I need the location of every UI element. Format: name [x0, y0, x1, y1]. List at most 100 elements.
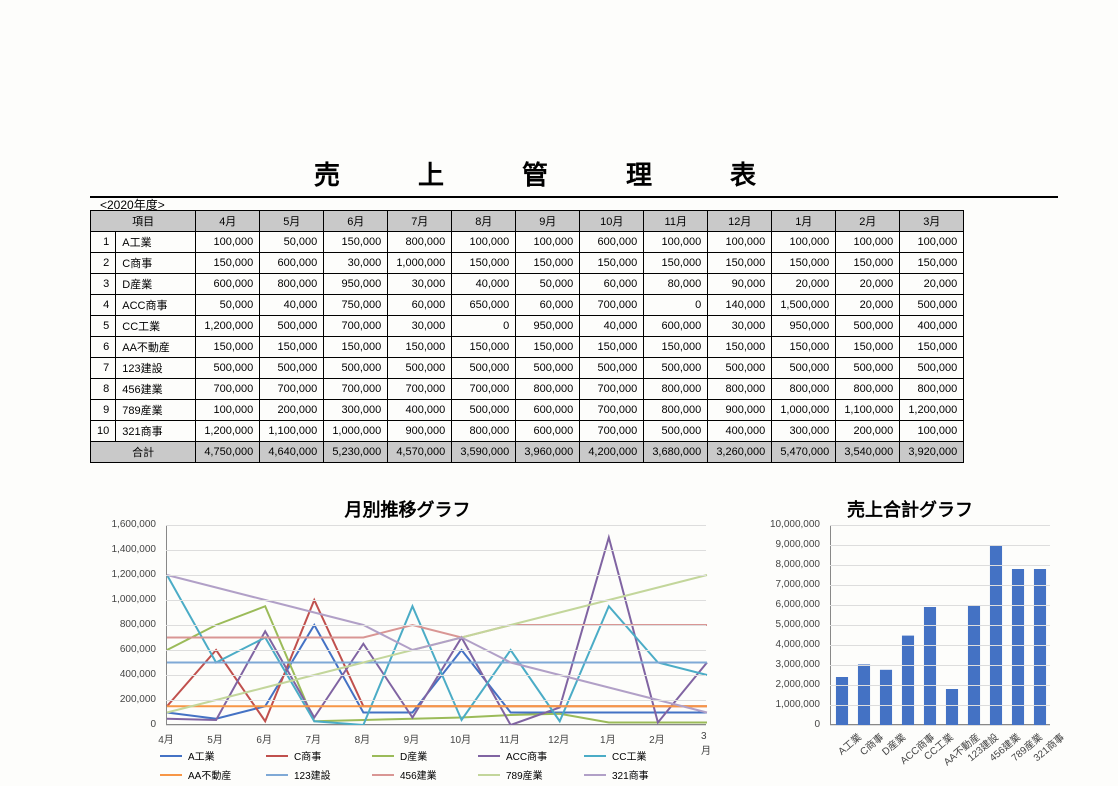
row-index: 1: [91, 232, 116, 253]
row-value: 500,000: [260, 316, 324, 337]
table-total-row: 合計 4,750,000 4,640,000 5,230,000 4,570,0…: [91, 442, 964, 463]
x-tick-label: 5月: [207, 731, 223, 746]
legend-item: C商事: [266, 748, 348, 763]
total-cell: 4,570,000: [388, 442, 452, 463]
row-value: 150,000: [196, 253, 260, 274]
series-line: [167, 625, 707, 719]
row-value: 800,000: [644, 400, 708, 421]
row-value: 100,000: [196, 232, 260, 253]
bar: [880, 670, 892, 725]
row-value: 800,000: [644, 379, 708, 400]
row-value: 150,000: [196, 337, 260, 358]
x-tick-label: 4月: [158, 731, 174, 746]
row-value: 800,000: [452, 421, 516, 442]
row-value: 90,000: [708, 274, 772, 295]
row-value: 20,000: [836, 295, 900, 316]
page: 売上管理表 <2020年度> 項目 4月 5月 6月 7月 8月 9月 10月 …: [0, 0, 1118, 786]
legend-item: A工業: [160, 748, 242, 763]
row-value: 500,000: [580, 358, 644, 379]
row-value: 150,000: [836, 253, 900, 274]
row-value: 60,000: [580, 274, 644, 295]
legend-swatch: [584, 774, 606, 776]
x-tick-label: 3月: [701, 731, 711, 757]
row-value: 150,000: [900, 253, 964, 274]
row-value: 700,000: [580, 421, 644, 442]
row-value: 600,000: [516, 421, 580, 442]
total-cell: 3,540,000: [836, 442, 900, 463]
row-value: 1,100,000: [260, 421, 324, 442]
row-index: 3: [91, 274, 116, 295]
row-value: 500,000: [708, 358, 772, 379]
row-name: D産業: [116, 274, 196, 295]
total-cell: 3,260,000: [708, 442, 772, 463]
row-value: 700,000: [580, 379, 644, 400]
row-value: 600,000: [260, 253, 324, 274]
x-tick-label: 8月: [355, 731, 371, 746]
row-value: 40,000: [452, 274, 516, 295]
y-tick-label: 5,000,000: [764, 619, 820, 630]
header-month: 4月: [196, 211, 260, 232]
total-cell: 3,960,000: [516, 442, 580, 463]
header-month: 5月: [260, 211, 324, 232]
row-name: C商事: [116, 253, 196, 274]
row-value: 500,000: [644, 421, 708, 442]
row-value: 700,000: [324, 316, 388, 337]
row-value: 1,000,000: [772, 400, 836, 421]
legend-label: A工業: [188, 748, 215, 763]
row-value: 150,000: [708, 253, 772, 274]
row-value: 150,000: [580, 253, 644, 274]
row-value: 500,000: [196, 358, 260, 379]
row-value: 100,000: [772, 232, 836, 253]
row-value: 40,000: [580, 316, 644, 337]
total-cell: 5,230,000: [324, 442, 388, 463]
row-value: 600,000: [516, 400, 580, 421]
row-name: A工業: [116, 232, 196, 253]
row-value: 500,000: [900, 295, 964, 316]
x-tick-label: 11月: [499, 731, 519, 746]
row-value: 150,000: [516, 253, 580, 274]
row-value: 50,000: [516, 274, 580, 295]
legend-swatch: [478, 755, 500, 757]
legend-label: 456建業: [400, 767, 437, 782]
y-tick-label: 3,000,000: [764, 659, 820, 670]
total-cell: 3,680,000: [644, 442, 708, 463]
row-value: 950,000: [516, 316, 580, 337]
bar: [902, 636, 914, 725]
row-value: 600,000: [196, 274, 260, 295]
row-value: 150,000: [772, 253, 836, 274]
page-title: 売上管理表: [90, 155, 1058, 198]
y-tick-label: 2,000,000: [764, 679, 820, 690]
x-tick-label: 12月: [548, 731, 569, 746]
row-value: 800,000: [900, 379, 964, 400]
bar: [946, 689, 958, 725]
row-value: 500,000: [836, 316, 900, 337]
y-tick-label: 0: [100, 719, 156, 730]
header-month: 6月: [324, 211, 388, 232]
legend-item: 456建業: [372, 767, 454, 782]
row-value: 400,000: [708, 421, 772, 442]
legend-swatch: [584, 755, 606, 757]
row-value: 1,000,000: [388, 253, 452, 274]
row-value: 150,000: [580, 337, 644, 358]
row-value: 500,000: [836, 358, 900, 379]
row-value: 150,000: [324, 337, 388, 358]
y-tick-label: 0: [764, 719, 820, 730]
row-value: 300,000: [772, 421, 836, 442]
row-value: 150,000: [452, 253, 516, 274]
total-cell: 4,200,000: [580, 442, 644, 463]
row-value: 100,000: [516, 232, 580, 253]
row-value: 600,000: [644, 316, 708, 337]
row-value: 500,000: [324, 358, 388, 379]
y-tick-label: 7,000,000: [764, 579, 820, 590]
y-tick-label: 1,000,000: [100, 594, 156, 605]
row-value: 300,000: [324, 400, 388, 421]
row-index: 6: [91, 337, 116, 358]
row-value: 150,000: [260, 337, 324, 358]
header-month: 7月: [388, 211, 452, 232]
row-value: 150,000: [452, 337, 516, 358]
row-value: 800,000: [388, 232, 452, 253]
line-chart-title: 月別推移グラフ: [100, 496, 715, 522]
header-month: 2月: [836, 211, 900, 232]
row-value: 400,000: [900, 316, 964, 337]
total-cell: 4,640,000: [260, 442, 324, 463]
